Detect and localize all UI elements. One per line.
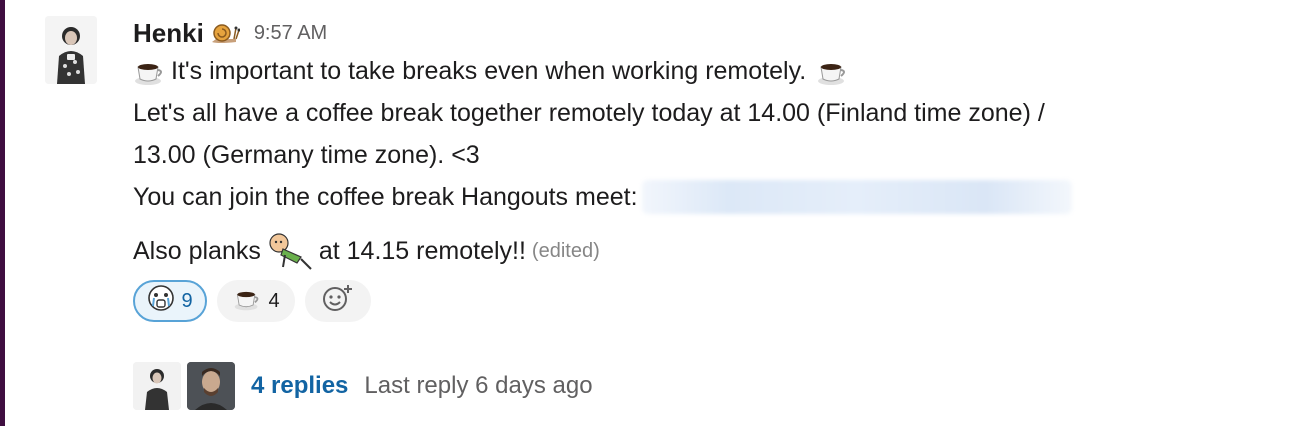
message-line-3: 13.00 (Germany time zone). <3 — [133, 141, 480, 169]
crying-face-icon — [147, 284, 175, 318]
message-line-2: Let's all have a coffee break together r… — [133, 99, 1045, 127]
message-text-planks: Also planks — [133, 237, 261, 265]
edited-label: (edited) — [531, 240, 600, 262]
message-line-4: You can join the coffee break Hangouts m… — [133, 176, 1283, 218]
coffee-icon — [133, 55, 165, 87]
reaction-bar: 9 4 — [133, 280, 1283, 322]
message-header: Henki 9:57 AM — [133, 16, 1283, 50]
message-line-5: Also planks at 14.15 remotely!! (edited) — [133, 230, 1283, 272]
coffee-icon — [232, 284, 262, 318]
add-emoji-icon — [321, 283, 355, 319]
author-name[interactable]: Henki — [133, 18, 204, 49]
author-avatar[interactable] — [45, 16, 97, 84]
reaction-crying-face[interactable]: 9 — [133, 280, 207, 322]
plank-person-icon — [267, 231, 313, 271]
snail-icon — [210, 20, 240, 46]
message-text-time: at 14.15 remotely!! — [318, 237, 526, 265]
thread-summary[interactable]: 4 replies Last reply 6 days ago — [133, 362, 593, 410]
message-body: It's important to take breaks even when … — [133, 50, 1283, 272]
message-text-line-4: You can join the coffee break Hangouts m… — [133, 183, 638, 211]
message-line-1: It's important to take breaks even when … — [133, 50, 1283, 92]
message-timestamp[interactable]: 9:57 AM — [254, 22, 327, 45]
message-text-line-1: It's important to take breaks even when … — [171, 57, 807, 85]
workspace-sidebar-edge — [0, 0, 5, 426]
thread-last-reply: Last reply 6 days ago — [364, 372, 593, 399]
message-content: Henki 9:57 AM It's important to take bre… — [133, 16, 1283, 322]
add-reaction-button[interactable] — [305, 280, 371, 322]
thread-participant-avatar — [133, 362, 181, 410]
hangouts-meet-link[interactable] — [641, 180, 1072, 214]
coffee-icon — [816, 55, 848, 87]
reaction-count: 4 — [268, 289, 280, 312]
reaction-coffee[interactable]: 4 — [217, 280, 295, 322]
thread-participant-avatar — [187, 362, 235, 410]
reaction-count: 9 — [181, 289, 193, 312]
thread-replies-link[interactable]: 4 replies — [251, 372, 348, 400]
